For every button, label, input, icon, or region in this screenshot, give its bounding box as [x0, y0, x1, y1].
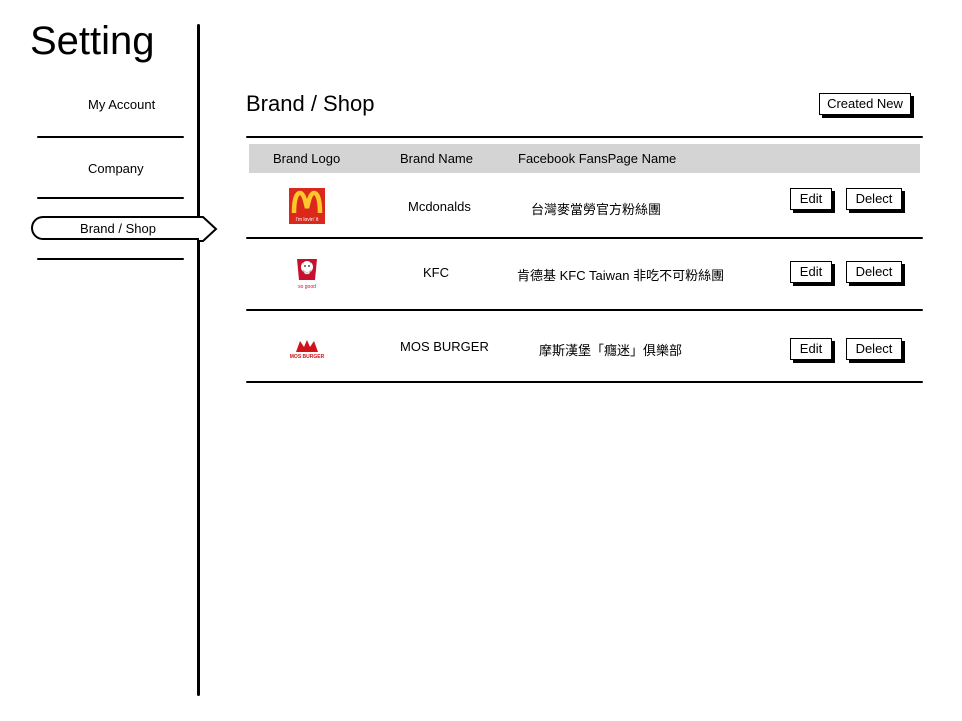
fanspage-name: 台灣麥當勞官方粉絲團 — [531, 202, 662, 217]
sidebar-item-brand-shop[interactable]: Brand / Shop — [31, 216, 203, 240]
sidebar-separator — [37, 136, 184, 138]
edit-button[interactable]: Edit — [790, 261, 832, 283]
active-item-arrow — [199, 216, 218, 242]
table-header: Brand Logo Brand Name Facebook FansPage … — [249, 144, 920, 173]
edit-button[interactable]: Edit — [790, 338, 832, 360]
mos-burger-logo: MOS BURGER — [290, 340, 325, 360]
mcdonalds-logo: I'm lovin' it — [289, 188, 325, 224]
brand-name: MOS BURGER — [400, 339, 489, 354]
fanspage-name: 肯德基 KFC Taiwan 非吃不可粉絲團 — [517, 268, 725, 283]
fanspage-name: 摩斯漢堡「癮迷」俱樂部 — [539, 343, 683, 358]
delete-button[interactable]: Delect — [846, 338, 902, 360]
delete-button[interactable]: Delect — [846, 188, 902, 210]
sidebar-item-label: Brand / Shop — [80, 221, 156, 236]
kfc-logo-text: so good — [298, 284, 316, 290]
edit-button[interactable]: Edit — [790, 188, 832, 210]
kfc-logo: so good — [297, 259, 317, 290]
sidebar-separator — [37, 258, 184, 260]
column-header-fanspage-name: Facebook FansPage Name — [518, 151, 677, 166]
sidebar-item-company[interactable]: Company — [88, 161, 144, 176]
mcdonalds-logo-text: I'm lovin' it — [295, 217, 319, 223]
divider — [246, 136, 923, 138]
row-divider — [246, 309, 923, 311]
brand-name: KFC — [423, 265, 449, 280]
column-header-brand-logo: Brand Logo — [273, 151, 341, 166]
app-title: Setting — [30, 19, 155, 63]
sidebar-item-my-account[interactable]: My Account — [88, 97, 155, 112]
create-new-button[interactable]: Created New — [819, 93, 911, 115]
mos-burger-logo-text: MOS BURGER — [290, 354, 325, 360]
delete-button[interactable]: Delect — [846, 261, 902, 283]
row-divider — [246, 381, 923, 383]
column-header-brand-name: Brand Name — [400, 151, 473, 166]
sidebar-separator — [37, 197, 184, 199]
sidebar-divider — [197, 24, 200, 696]
page-title: Brand / Shop — [246, 91, 375, 116]
row-divider — [246, 237, 923, 239]
brand-name: Mcdonalds — [408, 199, 471, 214]
